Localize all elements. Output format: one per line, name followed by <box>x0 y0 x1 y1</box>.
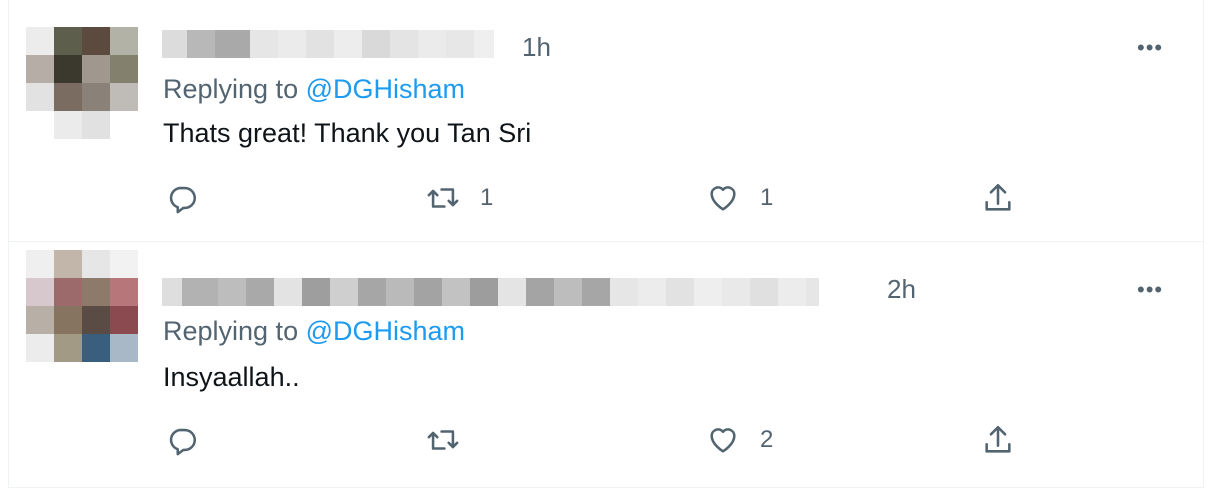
avatar[interactable] <box>26 250 138 362</box>
display-name[interactable] <box>162 30 494 58</box>
share-icon <box>985 183 1011 211</box>
retweet-button[interactable] <box>426 420 480 460</box>
replying-to-handle[interactable]: @DGHisham <box>306 74 465 104</box>
tweet-card[interactable]: 1h ••• Replying to @DGHisham Thats great… <box>9 0 1203 242</box>
avatar[interactable] <box>26 27 138 139</box>
tweet-card[interactable]: 2h ••• Replying to @DGHisham Insyaallah.… <box>9 242 1203 488</box>
tweet-text: Insyaallah.. <box>163 362 300 392</box>
like-count: 1 <box>760 184 774 211</box>
retweet-count: 1 <box>480 184 494 211</box>
display-name[interactable] <box>162 278 819 306</box>
heart-icon <box>710 428 736 453</box>
more-icon[interactable]: ••• <box>1137 37 1163 59</box>
share-button[interactable] <box>981 420 1015 460</box>
replying-to-handle[interactable]: @DGHisham <box>306 316 465 346</box>
replying-to-label: Replying to <box>163 74 299 104</box>
reply-icon <box>169 186 197 214</box>
more-icon[interactable]: ••• <box>1137 279 1163 301</box>
reply-feed: 1h ••• Replying to @DGHisham Thats great… <box>0 0 1208 488</box>
like-button[interactable]: 1 <box>706 178 773 218</box>
replying-to: Replying to @DGHisham <box>163 74 465 105</box>
retweet-button[interactable]: 1 <box>426 178 493 218</box>
heart-icon <box>710 186 736 211</box>
replying-to-label: Replying to <box>163 316 299 346</box>
feed-right-border <box>1203 0 1204 488</box>
reply-button[interactable] <box>165 178 219 218</box>
timestamp[interactable]: 2h <box>887 274 916 305</box>
reply-icon <box>169 428 197 456</box>
tweet-actions: 1 1 <box>163 178 1043 218</box>
tweet-text: Thats great! Thank you Tan Sri <box>163 118 532 148</box>
like-count: 2 <box>760 426 774 453</box>
retweet-icon <box>427 188 459 208</box>
reply-button[interactable] <box>165 420 219 460</box>
timestamp[interactable]: 1h <box>522 32 551 63</box>
share-icon <box>985 425 1011 453</box>
tweet-actions: 2 <box>163 420 1043 460</box>
retweet-icon <box>427 430 459 450</box>
like-button[interactable]: 2 <box>706 420 773 460</box>
share-button[interactable] <box>981 178 1015 218</box>
replying-to: Replying to @DGHisham <box>163 316 465 347</box>
